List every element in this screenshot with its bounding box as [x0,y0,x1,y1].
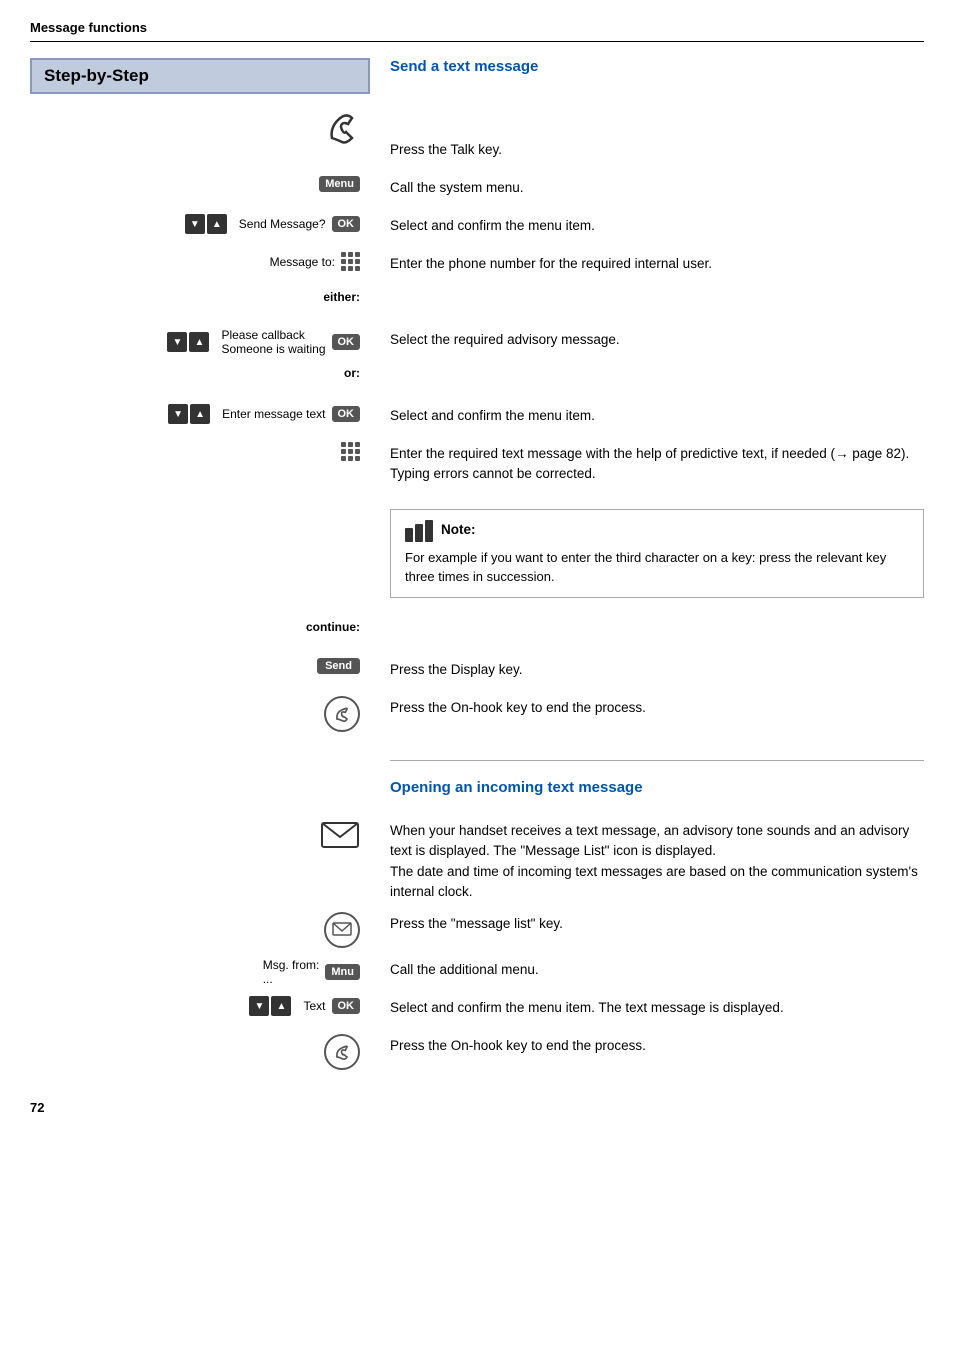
note-header: Note: [405,520,909,542]
step-msg-from-text: Call the additional menu. [370,958,924,980]
note-box: Note: For example if you want to enter t… [390,509,924,598]
up-arrow-4[interactable]: ▲ [271,996,291,1016]
note-label: Note: [441,520,476,540]
step-send-text: Press the Display key. [370,658,924,680]
down-arrow-1[interactable]: ▼ [185,214,205,234]
send-message-label: Send Message? [239,217,326,231]
step-by-step-panel: Step-by-Step [30,58,370,110]
step-callback: ▼ ▲ Please callbackSomeone is waiting OK… [30,328,924,356]
continue-label: continue: [306,620,360,634]
step-onhook1: Press the On-hook key to end the process… [30,696,924,732]
down-arrow-4[interactable]: ▼ [249,996,269,1016]
step-message-to: Message to: Enter the phone number for t… [30,252,924,280]
step-send-message-text: Select and confirm the menu item. [370,214,924,236]
onhook-icon-2 [324,1034,360,1070]
step-talk-key-right [370,110,924,112]
text-label: Text [303,999,325,1013]
step-msg-list: Press the "message list" key. [30,912,924,948]
nav-arrows-3: ▼ ▲ [168,404,210,424]
or-label-row: or: [30,366,924,394]
keypad-icon-1 [341,252,360,271]
step-send-message: ▼ ▲ Send Message? OK Select and confirm … [30,214,924,242]
note-bars-icon [405,520,433,542]
step-onhook1-text: Press the On-hook key to end the process… [370,696,924,718]
right-panel: Send a text message [370,58,924,110]
menu-button[interactable]: Menu [319,176,360,192]
step-box-title: Step-by-Step [44,66,149,85]
either-label: either: [323,290,360,304]
enter-text-label: Enter message text [222,407,325,421]
nav-arrows-4: ▼ ▲ [249,996,291,1016]
down-arrow-3[interactable]: ▼ [168,404,188,424]
step-onhook2: Press the On-hook key to end the process… [30,1034,924,1070]
step-menu-text: Call the system menu. [370,176,924,198]
step-box-header: Step-by-Step [30,58,370,94]
step-msg-list-text: Press the "message list" key. [370,912,924,934]
step-callback-text: Select the required advisory message. [370,328,924,350]
mnu-button[interactable]: Mnu [325,964,360,980]
step-enter-text-text: Select and confirm the menu item. [370,404,924,426]
keypad-icon-2 [341,442,360,461]
text-ok[interactable]: OK [332,998,361,1014]
callback-ok[interactable]: OK [332,334,361,350]
callback-label: Please callbackSomeone is waiting [221,328,325,356]
step-talk-key-left [30,110,370,146]
envelope-icon [320,819,360,851]
step-keypad2: Enter the required text message with the… [30,442,924,485]
down-arrow-2[interactable]: ▼ [167,332,187,352]
send-text-title: Send a text message [390,58,924,75]
either-label-row: either: [30,290,924,318]
nav-arrows-1: ▼ ▲ [185,214,227,234]
step-message-to-text: Enter the phone number for the required … [370,252,924,274]
note-row: Note: For example if you want to enter t… [30,495,924,610]
section-divider [390,760,924,761]
page-header: Message functions [30,20,924,42]
step-send: Send Press the Display key. [30,658,924,686]
step-menu: Menu Call the system menu. [30,176,924,204]
step-keypad2-text: Enter the required text message with the… [370,442,924,485]
up-arrow-2[interactable]: ▲ [189,332,209,352]
msg-list-key-icon [324,912,360,948]
step-enter-text: ▼ ▲ Enter message text OK Select and con… [30,404,924,432]
talk-key-icon [324,110,360,146]
step-msg-from: Msg. from:... Mnu Call the additional me… [30,958,924,986]
onhook-icon-1 [324,696,360,732]
step-talk-key-text: Press the Talk key. [370,138,924,160]
step-text-ok-text: Select and confirm the menu item. The te… [370,996,924,1018]
send-button[interactable]: Send [317,658,360,674]
step-onhook2-text: Press the On-hook key to end the process… [370,1034,924,1056]
continue-label-row: continue: [30,620,924,648]
step-envelope: When your handset receives a text messag… [30,819,924,902]
up-arrow-1[interactable]: ▲ [207,214,227,234]
opening-text-title: Opening an incoming text message [390,777,924,800]
step-text-ok: ▼ ▲ Text OK Select and confirm the menu … [30,996,924,1024]
message-to-label: Message to: [270,255,335,269]
section-divider-row: Opening an incoming text message [30,742,924,810]
nav-arrows-2: ▼ ▲ [167,332,209,352]
or-label: or: [344,366,360,380]
note-text: For example if you want to enter the thi… [405,548,909,587]
enter-text-ok[interactable]: OK [332,406,361,422]
send-message-ok[interactable]: OK [332,216,361,232]
step-envelope-text: When your handset receives a text messag… [370,819,924,902]
up-arrow-3[interactable]: ▲ [190,404,210,424]
page-footer: 72 [30,1100,924,1115]
msg-from-label: Msg. from:... [263,958,320,986]
